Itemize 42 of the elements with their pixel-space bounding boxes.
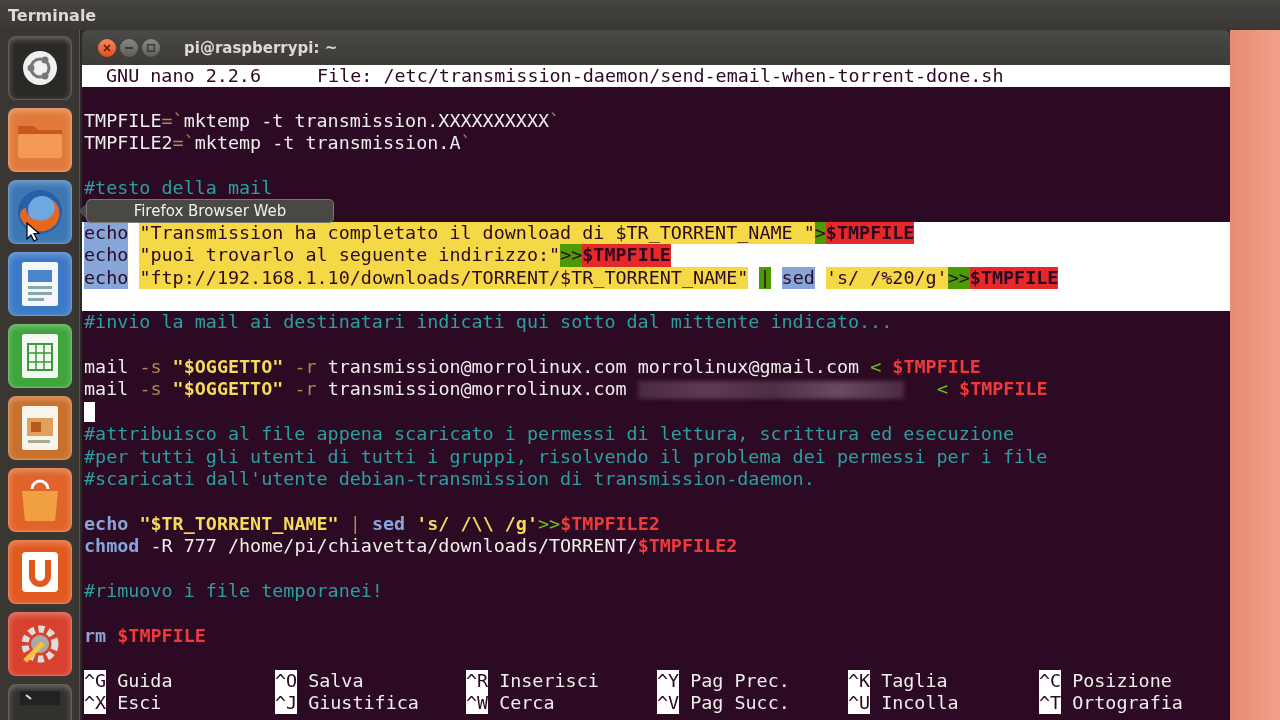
shortcut-label: Esci [117, 691, 162, 715]
shortcut-label: Taglia [881, 669, 948, 692]
shortcut-key: ^G [84, 669, 107, 692]
shortcut-label: Salva [308, 669, 364, 692]
shortcut-key: ^W [466, 691, 489, 715]
shortcut-key: ^Y [657, 669, 680, 692]
shortcut-key: ^K [848, 669, 871, 692]
app-title: Terminale [8, 5, 97, 25]
shortcut-label: Ortografia [1072, 691, 1183, 715]
shortcut-label: Inserisci [499, 669, 599, 692]
shortcut-key: ^C [1039, 669, 1062, 692]
shortcut-label: Pag Prec. [690, 669, 790, 692]
code-line: mail -s "$OGGETTO" -r transmission@morrolinux.com < $TMPFILE [84, 378, 1049, 401]
tooltip-text: Firefox Browser Web [133, 202, 287, 220]
shortcut-label: Guida [117, 669, 173, 692]
shortcut-key: ^X [84, 691, 107, 715]
code-line: echo "$TR_TORRENT_NAME" | sed 's/ /\\ /g'>>$TMPFILE2 [84, 512, 661, 536]
shortcut-label: Pag Succ. [690, 691, 790, 715]
code-line: TMPFILE=`mktemp -t transmission.XXXXXXXXXX` [84, 109, 562, 133]
code-line: #rimuovo i file temporanei! [84, 580, 384, 603]
code-line: #attribuisco al file appena scaricato i permessi di lettura, scrittura ed esecuzione [84, 423, 1016, 446]
code-line: #scaricati dall'utente debian-transmission di transmission-daemon. [84, 468, 816, 491]
window-title: pi@raspberrypi: ~ [184, 38, 338, 57]
code-line: rm $TMPFILE [84, 624, 207, 648]
shortcut-key: ^V [657, 691, 680, 715]
code-line: mail -s "$OGGETTO" -r transmission@morrolinux.com morrolinux@gmail.com < $TMPFILE [84, 356, 982, 379]
shortcut-key: ^O [275, 669, 298, 692]
editor-version: GNU nano 2.2.6 [106, 65, 261, 86]
shortcut-key: ^U [848, 691, 871, 715]
shortcut-key: ^J [275, 691, 298, 715]
shortcut-label: Cerca [499, 691, 555, 715]
shortcut-label: Posizione [1072, 669, 1172, 692]
code-line: #invio la mail ai destinatari indicati qui sotto dal mittente indicato... [84, 311, 894, 334]
file-path: File: /etc/transmission-daemon/send-email-when-torrent-done.sh [317, 65, 1004, 86]
shortcut-key: ^R [466, 669, 489, 692]
code-line: chmod -R 777 /home/pi/chiavetta/downloads/TORRENT/$TMPFILE2 [84, 535, 739, 558]
shortcut-label: Incolla [881, 691, 959, 715]
shortcut-key: ^T [1039, 691, 1062, 715]
code-line: #per tutti gli utenti di tutti i gruppi, risolvendo il problema dei permessi per i file [84, 445, 1049, 469]
shortcut-label: Giustifica [308, 691, 419, 715]
code-line: #testo della mail [84, 176, 274, 200]
code-line: TMPFILE2=`mktemp -t transmission.A` [84, 132, 473, 155]
